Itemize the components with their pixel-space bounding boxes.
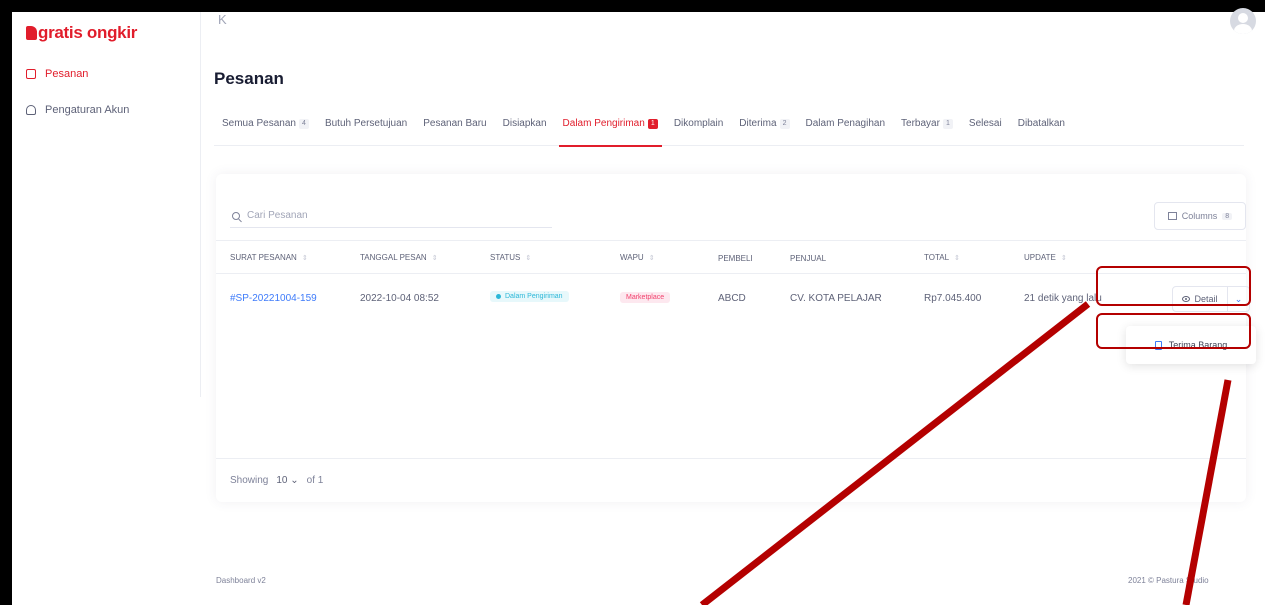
tab-pesanan-baru[interactable]: Pesanan Baru	[415, 112, 494, 146]
sort-icon: ⇕	[954, 255, 960, 262]
brand-name: gratis ongkir	[38, 23, 138, 42]
search-icon	[232, 211, 240, 220]
page-title: Pesanan	[214, 69, 284, 88]
grid-icon	[1167, 212, 1177, 220]
update-time: 21 detik yang lalu	[1024, 293, 1102, 304]
sidebar: gratis ongkir Pesanan Pengaturan Akun	[12, 12, 201, 397]
column-header-total[interactable]: TOTAL ⇕	[924, 253, 960, 262]
sidebar-item-label: Pesanan	[45, 68, 89, 80]
seller: CV. KOTA PELAJAR	[790, 293, 882, 304]
collapse-sidebar-button[interactable]: K	[218, 12, 227, 27]
table-row: #SP-20221004-159 2022-10-04 08:52 Dalam …	[216, 274, 1250, 326]
search-box	[230, 204, 552, 228]
column-header-penjual: PENJUAL	[790, 254, 827, 263]
sidebar-item-label: Pengaturan Akun	[45, 104, 130, 116]
footer-copyright: 2021 © Pastura Studio	[1128, 576, 1209, 585]
sort-icon: ⇕	[1060, 255, 1067, 262]
logo-mark-icon	[26, 26, 37, 40]
tab-count-badge: 1	[647, 119, 658, 129]
bag-icon	[26, 69, 36, 79]
page-size-select[interactable]: 10 ⌄	[276, 475, 298, 486]
sort-icon: ⇕	[648, 255, 655, 262]
tab-disiapkan[interactable]: Disiapkan	[495, 112, 555, 146]
tab-count-badge: 4	[298, 119, 309, 129]
tab-selesai[interactable]: Selesai	[961, 112, 1010, 146]
tab-dibatalkan[interactable]: Dibatalkan	[1010, 112, 1073, 146]
table-footer: Showing 10 ⌄ of 1	[216, 458, 1246, 502]
column-header-update[interactable]: UPDATE ⇕	[1024, 253, 1067, 262]
wapu-badge: Marketplace	[620, 292, 671, 303]
sidebar-item-pengaturan-akun[interactable]: Pengaturan Akun	[26, 104, 129, 116]
column-header-tanggal-pesan[interactable]: TANGGAL PESAN ⇕	[360, 253, 438, 262]
sort-icon: ⇕	[525, 255, 532, 262]
status-badge: Dalam Pengiriman	[490, 291, 569, 302]
avatar[interactable]	[1230, 8, 1256, 34]
tab-terbayar[interactable]: Terbayar 1	[893, 112, 961, 146]
tab-diterima[interactable]: Diterima 2	[731, 112, 797, 146]
user-icon	[26, 105, 36, 115]
tab-dalam-penagihan[interactable]: Dalam Penagihan	[798, 112, 894, 146]
tab-butuh-persetujuan[interactable]: Butuh Persetujuan	[317, 112, 415, 146]
column-header-pembeli: PEMBELI	[718, 254, 753, 263]
footer-version: Dashboard v2	[216, 576, 266, 585]
search-input[interactable]	[247, 210, 537, 221]
highlight-terima-barang	[1096, 313, 1251, 349]
sort-icon: ⇕	[301, 255, 308, 262]
order-status-tabs: Semua Pesanan 4 Butuh Persetujuan Pesanan…	[214, 112, 1244, 147]
buyer: ABCD	[718, 293, 746, 304]
brand-logo[interactable]: gratis ongkir	[26, 23, 137, 43]
tab-dikomplain[interactable]: Dikomplain	[666, 112, 731, 146]
column-header-surat-pesanan[interactable]: SURAT PESANAN ⇕	[230, 253, 308, 262]
order-date: 2022-10-04 08:52	[360, 293, 439, 304]
columns-button[interactable]: Columns 8	[1154, 202, 1246, 230]
column-header-wapu[interactable]: WAPU ⇕	[620, 253, 655, 262]
column-header-status[interactable]: STATUS ⇕	[490, 253, 531, 262]
columns-count-badge: 8	[1222, 212, 1233, 220]
tab-count-badge: 2	[779, 119, 790, 129]
orders-table-card: Columns 8 SURAT PESANAN⇕ TANGGAL PESAN⇕ …	[216, 174, 1256, 502]
tab-semua-pesanan[interactable]: Semua Pesanan 4	[214, 112, 317, 146]
tab-count-badge: 1	[942, 119, 953, 129]
sidebar-item-pesanan[interactable]: Pesanan	[26, 68, 88, 80]
total-amount: Rp7.045.400	[924, 293, 982, 304]
highlight-detail-actions	[1096, 266, 1251, 306]
order-number-link[interactable]: #SP-20221004-159	[230, 293, 317, 304]
sort-icon: ⇕	[431, 255, 438, 262]
tab-dalam-pengiriman[interactable]: Dalam Pengiriman 1	[555, 112, 666, 147]
table-header: SURAT PESANAN ⇕ TANGGAL PESAN ⇕ STATUS ⇕ WA…	[216, 240, 1246, 274]
